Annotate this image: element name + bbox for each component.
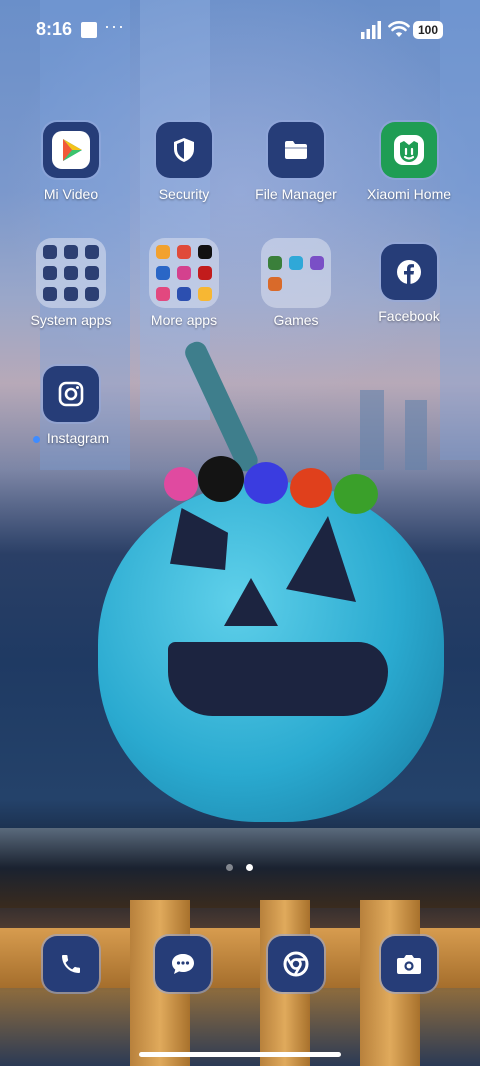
status-bar: 8:16 ··· 100 bbox=[0, 0, 480, 60]
home-gesture-bar[interactable] bbox=[139, 1052, 341, 1057]
folder-more-apps[interactable]: More apps bbox=[128, 238, 240, 328]
facebook-icon bbox=[381, 244, 437, 300]
mi-video-icon bbox=[43, 122, 99, 178]
more-notifications-icon: ··· bbox=[104, 16, 125, 36]
teal-pumpkin bbox=[98, 482, 444, 822]
folder-grid bbox=[261, 238, 331, 308]
instagram-icon bbox=[43, 366, 99, 422]
folder-label: Games bbox=[273, 312, 319, 328]
folder-grid bbox=[149, 238, 219, 308]
dock-camera[interactable] bbox=[381, 936, 437, 992]
security-shield-icon bbox=[156, 122, 212, 178]
app-facebook[interactable]: Facebook bbox=[353, 244, 465, 324]
battery-indicator: 100 bbox=[413, 21, 443, 39]
page-dot-2-active[interactable] bbox=[246, 864, 253, 871]
xiaomi-home-icon bbox=[381, 122, 437, 178]
app-label: Mi Video bbox=[43, 186, 99, 202]
dock-messages[interactable] bbox=[155, 936, 211, 992]
page-dot-1[interactable] bbox=[226, 864, 233, 871]
app-instagram[interactable]: Instagram bbox=[15, 366, 127, 446]
new-install-dot bbox=[32, 435, 40, 443]
app-label: File Manager bbox=[255, 186, 337, 202]
messages-icon bbox=[172, 954, 194, 974]
wifi-icon bbox=[388, 21, 410, 37]
app-xiaomi-home[interactable]: Xiaomi Home bbox=[353, 122, 465, 202]
clock: 8:16 bbox=[36, 19, 73, 39]
app-mi-video[interactable]: Mi Video bbox=[15, 122, 127, 202]
chrome-icon bbox=[283, 951, 309, 977]
app-label-text: Instagram bbox=[46, 430, 110, 446]
folder-games[interactable]: Games bbox=[240, 238, 352, 328]
folder-icon bbox=[268, 122, 324, 178]
camera-icon bbox=[397, 955, 421, 974]
dock-chrome[interactable] bbox=[268, 936, 324, 992]
cellular-signal-icon bbox=[361, 21, 381, 39]
app-file-manager[interactable]: File Manager bbox=[240, 122, 352, 202]
app-label: Xiaomi Home bbox=[366, 186, 452, 202]
app-label: Instagram bbox=[15, 430, 127, 446]
folder-grid bbox=[36, 238, 106, 308]
app-security[interactable]: Security bbox=[128, 122, 240, 202]
folder-label: More apps bbox=[150, 312, 218, 328]
dock-phone[interactable] bbox=[43, 936, 99, 992]
app-label: Security bbox=[158, 186, 210, 202]
notification-square-icon bbox=[81, 22, 97, 38]
folder-system-apps[interactable]: System apps bbox=[15, 238, 127, 328]
phone-icon bbox=[62, 955, 80, 973]
app-label: Facebook bbox=[378, 308, 440, 324]
folder-label: System apps bbox=[30, 312, 112, 328]
